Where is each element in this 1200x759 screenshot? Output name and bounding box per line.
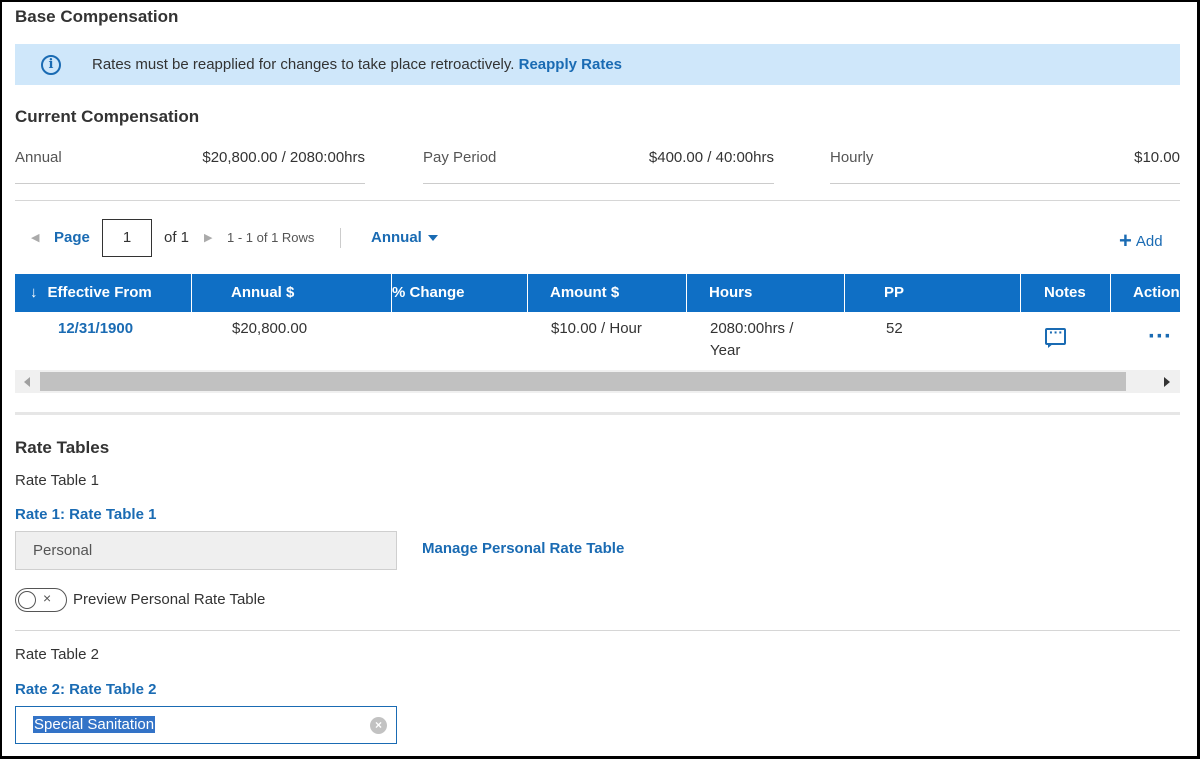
page-label: Page (54, 229, 90, 246)
divider (15, 200, 1180, 201)
col-effective-from[interactable]: ↓ Effective From (15, 274, 192, 312)
rate-1-label: Rate 1: Rate Table 1 (15, 506, 157, 523)
rate-tables-title: Rate Tables (15, 438, 110, 457)
clear-icon[interactable]: × (370, 717, 387, 734)
pay-period-label: Pay Period (423, 149, 497, 166)
effective-from-link[interactable]: 12/31/1900 (58, 318, 133, 340)
more-horizontal-icon[interactable]: ··· (1148, 325, 1172, 349)
hours-line-2: Year (710, 342, 741, 359)
col-notes[interactable]: Notes (1021, 274, 1111, 312)
scrollbar-thumb[interactable] (40, 372, 1126, 391)
annual-value: $20,800.00 / 2080:00hrs (202, 149, 365, 166)
base-compensation-panel: Base Compensation i Rates must be reappl… (0, 0, 1200, 759)
section-title: Base Compensation (15, 7, 179, 26)
banner-text: Rates must be reapplied for changes to t… (92, 56, 622, 73)
close-icon: × (43, 590, 52, 606)
add-label: Add (1135, 233, 1163, 250)
rate-table-divider (15, 630, 1180, 631)
hours-cell: 2080:00hrs / Year (710, 318, 793, 362)
hourly-label: Hourly (830, 149, 874, 166)
arrow-down-icon: ↓ (30, 284, 38, 301)
add-button[interactable]: + Add (1119, 228, 1163, 254)
grid-header: ↓ Effective From Annual $ % Change Amount… (15, 274, 1180, 312)
rows-info: 1 - 1 of 1 Rows (227, 230, 315, 245)
annual-label: Annual (15, 149, 62, 166)
hours-line-1: 2080:00hrs / (710, 320, 794, 337)
preview-toggle-label: Preview Personal Rate Table (73, 591, 266, 608)
info-banner: i Rates must be reapplied for changes to… (15, 44, 1180, 85)
scroll-right-icon[interactable] (1164, 377, 1170, 387)
rate-2-input-value[interactable]: Special Sanitation (33, 716, 156, 733)
preview-rate-table-toggle[interactable]: × (15, 588, 67, 612)
view-select[interactable]: Annual (371, 229, 438, 246)
prev-page-icon[interactable]: ◀ (31, 231, 39, 244)
info-icon: i (41, 55, 61, 75)
current-compensation-title: Current Compensation (15, 107, 200, 126)
scroll-left-icon[interactable] (24, 377, 30, 387)
pay-period-summary: Pay Period $400.00 / 40:00hrs (423, 138, 774, 184)
page-of-label: of 1 (164, 229, 190, 246)
rate-2-input[interactable]: Special Sanitation × (15, 706, 397, 744)
col-hours[interactable]: Hours (687, 274, 845, 312)
reapply-rates-link[interactable]: Reapply Rates (519, 56, 622, 73)
caret-down-icon (427, 235, 438, 242)
col-pp[interactable]: PP (845, 274, 1021, 312)
pager-divider (340, 228, 341, 248)
banner-message: Rates must be reapplied for changes to t… (92, 56, 515, 73)
col-effective-from-label: Effective From (47, 284, 152, 301)
horizontal-scrollbar[interactable] (15, 370, 1180, 393)
annual-summary: Annual $20,800.00 / 2080:00hrs (15, 138, 365, 184)
hourly-value: $10.00 (1134, 149, 1180, 166)
rate-2-label: Rate 2: Rate Table 2 (15, 681, 157, 698)
toggle-knob (18, 591, 36, 609)
rate-1-field: Personal (15, 531, 397, 570)
manage-personal-rate-table-link[interactable]: Manage Personal Rate Table (422, 540, 624, 557)
rate-table-2-heading: Rate Table 2 (15, 646, 99, 663)
view-select-value: Annual (371, 229, 422, 246)
section-divider (15, 412, 1180, 415)
rate-table-1-heading: Rate Table 1 (15, 472, 99, 489)
annual-cell: $20,800.00 (232, 320, 308, 337)
plus-icon: + (1119, 228, 1132, 253)
hourly-summary: Hourly $10.00 (830, 138, 1180, 184)
col-amount[interactable]: Amount $ (528, 274, 687, 312)
pay-period-value: $400.00 / 40:00hrs (648, 149, 774, 166)
page-number-input[interactable]: 1 (102, 219, 152, 257)
pp-cell: 52 (886, 320, 903, 337)
amount-cell: $10.00 / Hour (551, 320, 642, 337)
comment-icon-tail (1048, 343, 1054, 348)
col-annual[interactable]: Annual $ (192, 274, 392, 312)
next-page-icon[interactable]: ▶ (204, 231, 212, 244)
col-change[interactable]: % Change (392, 274, 528, 312)
col-actions[interactable]: Actions (1111, 274, 1180, 312)
